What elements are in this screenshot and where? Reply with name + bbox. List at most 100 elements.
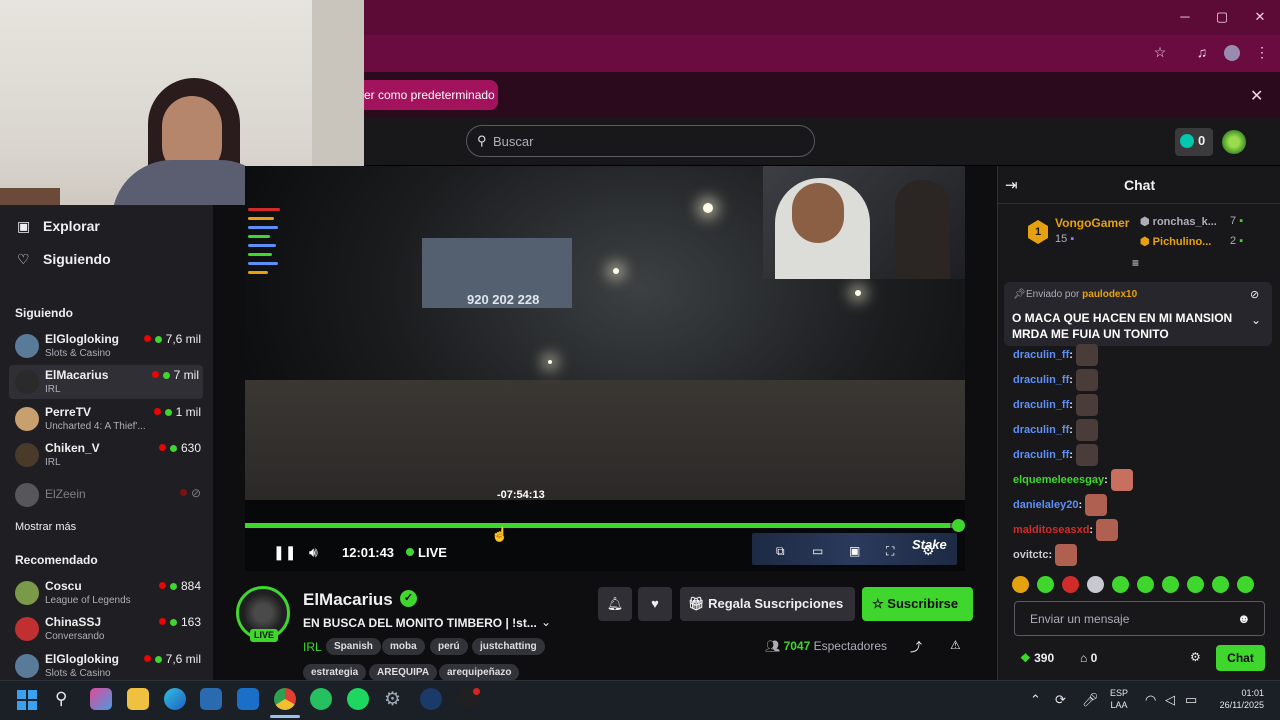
collapse-chat-icon[interactable]: ⇥ — [1005, 176, 1018, 194]
stream-category[interactable]: IRL — [303, 640, 322, 654]
emote-icon[interactable] — [1012, 576, 1029, 593]
chat-username[interactable]: draculin_ff — [1013, 349, 1069, 361]
taskbar-search-icon[interactable]: ⚲ — [55, 689, 67, 709]
channel-points[interactable]: ❖ 390 — [1020, 651, 1054, 665]
sidebar-item-explorar[interactable]: Explorar — [43, 218, 100, 234]
copilot-icon[interactable] — [90, 688, 112, 710]
tag[interactable]: justchatting — [472, 638, 545, 655]
sidebar-channel[interactable]: ChinaSSJ Conversando 163 — [15, 612, 205, 646]
emote-icon[interactable] — [1062, 576, 1079, 593]
chat-username[interactable]: draculin_ff — [1013, 449, 1069, 461]
emote-icon[interactable] — [1162, 576, 1179, 593]
tag[interactable]: perú — [430, 638, 468, 655]
viewer-count-text: 1 mil — [175, 405, 201, 419]
chat-username[interactable]: draculin_ff — [1013, 399, 1069, 411]
chat-settings-icon[interactable]: ⚙ — [1190, 650, 1201, 664]
wifi-icon[interactable]: ◠ — [1145, 692, 1156, 708]
bookmark-star-icon[interactable]: ☆ — [1149, 44, 1171, 61]
tag[interactable]: estrategia — [303, 664, 367, 681]
emote-icon[interactable] — [1212, 576, 1229, 593]
tray-sync-icon[interactable]: ⟳ — [1055, 692, 1066, 708]
sidebar-channel[interactable]: ElGlogloking Slots & Casino 7,6 mil — [15, 649, 205, 679]
chat-username[interactable]: ovitctc — [1013, 549, 1048, 561]
battery-icon[interactable]: ▭ — [1185, 692, 1197, 708]
tag[interactable]: moba — [382, 638, 425, 655]
report-warning-icon[interactable]: ⚠ — [950, 638, 961, 652]
edge-icon[interactable] — [164, 688, 186, 710]
pause-button[interactable]: ❚❚ — [273, 544, 296, 561]
sidebar-channel-active[interactable]: ElMacarius IRL 7 mil — [9, 365, 203, 399]
chat-username[interactable]: elquemeleeesgay — [1013, 474, 1104, 486]
steam-icon[interactable] — [420, 688, 442, 710]
tag[interactable]: Spanish — [326, 638, 381, 655]
chat-username[interactable]: malditoseasxd — [1013, 524, 1089, 536]
emote-icon[interactable] — [1237, 576, 1254, 593]
volume-icon[interactable]: 🔊︎ — [309, 544, 318, 561]
sidebar-channel[interactable]: Chiken_V IRL 630 — [15, 438, 205, 472]
maximize-button[interactable]: ▢ — [1207, 9, 1237, 25]
share-icon[interactable]: ⤴ — [910, 638, 922, 655]
leaderboard-entry[interactable]: ⬢ ronchas_k... — [1140, 215, 1217, 228]
chat-username[interactable]: danielaley20 — [1013, 499, 1078, 511]
input-language[interactable]: ESP LAA — [1110, 687, 1128, 711]
tag[interactable]: arequipeñazo — [439, 664, 520, 681]
fullscreen-icon[interactable]: ⛶ — [886, 544, 894, 559]
chrome-icon[interactable] — [274, 688, 296, 710]
drops-button[interactable]: ⌂ 0 — [1080, 651, 1097, 665]
channel-name[interactable]: ElMacarius — [303, 590, 393, 610]
sidebar-channel[interactable]: PerreTV Uncharted 4: A Thief'... 1 mil — [15, 402, 205, 436]
taskbar-clock[interactable]: 01:01 26/11/2025 — [1208, 687, 1264, 711]
spotify-icon[interactable] — [347, 688, 369, 710]
emoji-picker-icon[interactable]: ☻ — [1237, 611, 1251, 626]
street-light — [613, 268, 619, 274]
minimize-button[interactable]: ─ — [1170, 9, 1200, 24]
emote-icon[interactable] — [1037, 576, 1054, 593]
emote-icon[interactable] — [1187, 576, 1204, 593]
user-avatar[interactable] — [1222, 130, 1246, 154]
subscribe-button[interactable]: ☆ Suscribirse — [862, 587, 973, 621]
settings-icon[interactable]: ⚙ — [384, 688, 401, 711]
show-more-link[interactable]: Mostrar más — [15, 521, 76, 533]
media-control-icon[interactable]: ♫ — [1191, 44, 1213, 60]
progress-knob[interactable] — [952, 519, 965, 532]
sidebar-channel-offline[interactable]: ElZeein ⊘ — [15, 478, 205, 512]
emote-icon — [1096, 519, 1119, 541]
profile-avatar-icon[interactable] — [1224, 45, 1240, 61]
windows-start-icon[interactable] — [17, 690, 37, 710]
pinned-author[interactable]: paulodex10 — [1082, 289, 1137, 300]
miniplayer-icon[interactable]: ▣ — [849, 544, 860, 558]
tag[interactable]: AREQUIPA — [369, 664, 438, 681]
close-window-button[interactable]: ✕ — [1245, 9, 1275, 25]
emote-icon[interactable] — [1137, 576, 1154, 593]
chat-send-button[interactable]: Chat — [1216, 645, 1265, 671]
browser-menu-icon[interactable]: ⋮ — [1251, 44, 1273, 61]
emote-icon[interactable] — [1087, 576, 1104, 593]
expand-leaderboard-icon[interactable]: ≡ — [1132, 256, 1139, 270]
whatsapp-icon[interactable] — [310, 688, 332, 710]
gift-subs-button[interactable]: 🎁︎ Regala Suscripciones — [680, 587, 855, 621]
sidebar-item-siguiendo[interactable]: Siguiendo — [43, 251, 111, 267]
chat-username[interactable]: draculin_ff — [1013, 424, 1069, 436]
emote-icon[interactable] — [1112, 576, 1129, 593]
settings-gear-icon[interactable]: ⚙ — [922, 542, 935, 559]
sidebar-channel[interactable]: Coscu League of Legends 884 — [15, 576, 205, 610]
leaderboard-top-name[interactable]: VongoGamer — [1055, 216, 1129, 230]
chat-username[interactable]: draculin_ff — [1013, 374, 1069, 386]
leaderboard-entry-count-number: 7 — [1230, 215, 1237, 227]
tray-chevron-up-icon[interactable]: ⌃ — [1030, 692, 1041, 708]
follow-heart-icon[interactable]: ♥ — [638, 587, 672, 621]
outlook-icon[interactable] — [237, 688, 259, 710]
volume-icon[interactable]: ◁ — [1165, 692, 1175, 708]
store-icon[interactable] — [200, 688, 222, 710]
infobar-close-icon[interactable]: ✕ — [1250, 86, 1263, 106]
clip-icon[interactable]: ⧉ — [776, 544, 785, 559]
sidebar-channel[interactable]: ElGlogloking Slots & Casino 7,6 mil — [15, 329, 205, 363]
leaderboard-entry[interactable]: ⬢ Pichulino... — [1140, 235, 1211, 248]
file-explorer-icon[interactable] — [127, 688, 149, 710]
tray-mic-icon[interactable]: 🎤︎ — [1082, 692, 1099, 708]
hide-pinned-icon[interactable]: ⊘ — [1250, 288, 1259, 301]
chevron-down-icon[interactable]: ⌄ — [541, 615, 551, 629]
theatre-mode-icon[interactable]: ▭ — [812, 544, 823, 558]
notification-bell-icon[interactable]: 🔔︎ — [598, 587, 632, 621]
chevron-down-icon[interactable]: ⌄ — [1251, 313, 1261, 327]
